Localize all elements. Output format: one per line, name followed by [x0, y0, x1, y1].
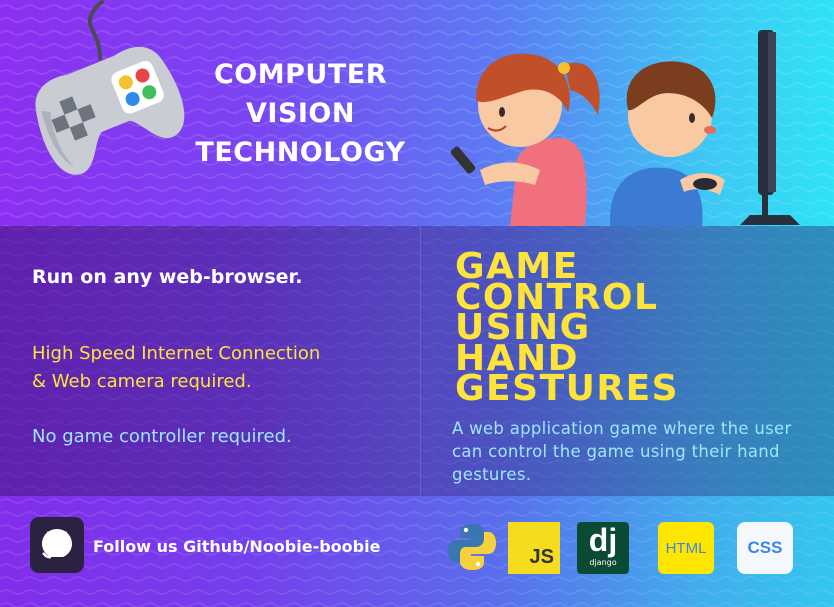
django-icon: dj django [577, 522, 629, 574]
gamepad-icon [35, 0, 185, 175]
django-mark: dj [588, 522, 618, 558]
page-title: COMPUTER VISION TECHNOLOGY [168, 55, 433, 172]
follow-github-link[interactable]: Follow us Github/Noobie-boobie [93, 537, 380, 556]
python-icon [448, 524, 496, 570]
app-description: A web application game where the user ca… [452, 419, 792, 484]
title-line: VISION [246, 98, 355, 129]
title-line: COMPUTER [213, 59, 387, 90]
css-icon: CSS [737, 522, 793, 574]
kids-gaming-illustration [450, 30, 800, 226]
requirements-text: High Speed Internet Connection & Web cam… [32, 340, 392, 396]
javascript-icon: JS [508, 522, 560, 574]
requirements-line: High Speed Internet Connection [32, 343, 321, 364]
requirements-line: & Web camera required. [32, 371, 252, 392]
band-divider [420, 226, 421, 496]
title-line: TECHNOLOGY [195, 137, 406, 168]
main-headline: GAME CONTROL USING HAND GESTURES [455, 249, 680, 409]
html-label: HTML [665, 539, 707, 557]
browser-support-text: Run on any web-browser. [32, 266, 303, 288]
headline-line: GESTURES [455, 368, 680, 409]
no-controller-text: No game controller required. [32, 426, 292, 447]
github-icon[interactable] [30, 517, 84, 573]
django-wordmark: django [589, 558, 617, 567]
html-icon: HTML [658, 522, 714, 574]
js-label: JS [529, 546, 554, 568]
poster: COMPUTER VISION TECHNOLOGY Run on any we… [0, 0, 834, 607]
css-label: CSS [747, 538, 783, 557]
